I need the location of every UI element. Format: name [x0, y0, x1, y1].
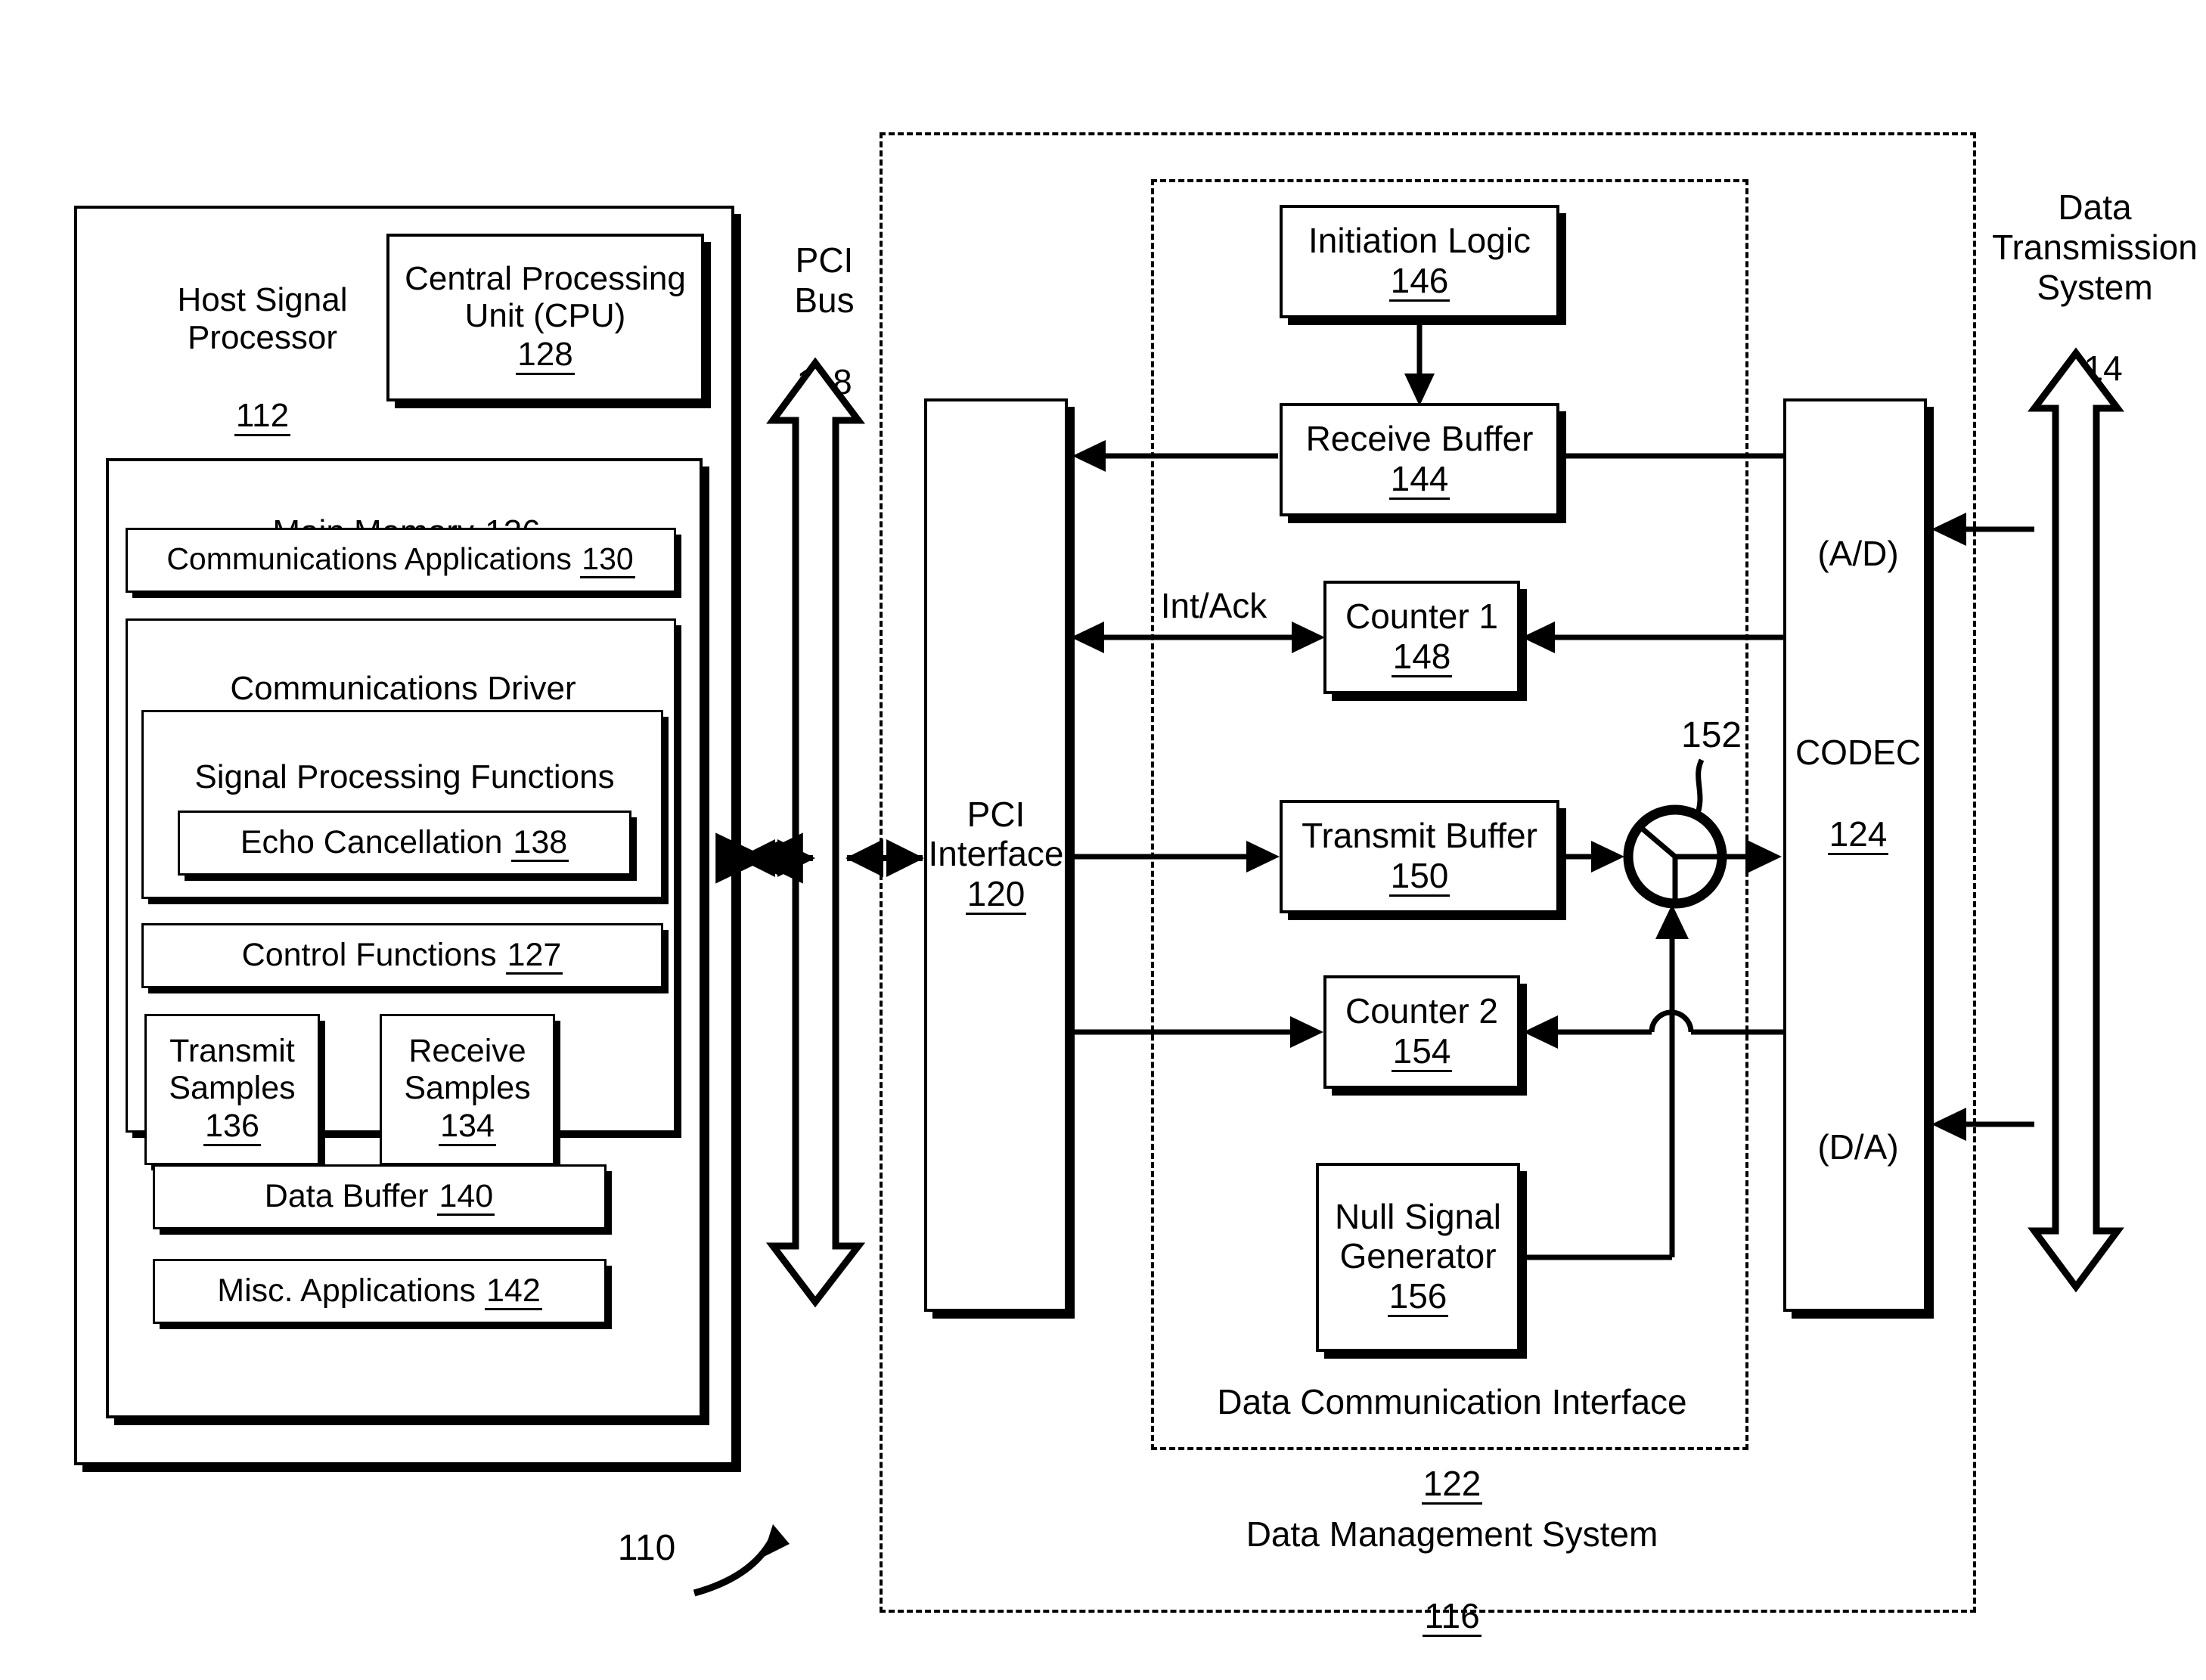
- codec-ad-label: (A/D): [1817, 534, 1899, 573]
- codec-name-label: CODEC 124: [1795, 732, 1922, 855]
- main-memory-block: Main Memory 126 Communications Applicati…: [106, 458, 703, 1418]
- figure-leader-arrow: [693, 1524, 790, 1597]
- receive-samples-block: Receive Samples 134: [380, 1014, 555, 1165]
- pci-interface-block: PCI Interface 120: [924, 398, 1068, 1312]
- control-functions-block: Control Functions 127: [141, 923, 663, 988]
- pci-bus-label: PCI Bus 118: [794, 240, 855, 401]
- data-management-system-label: Data Management System 116: [1246, 1514, 1658, 1637]
- pci-bus-block-arrow: [765, 357, 866, 1308]
- codec-da-label: (D/A): [1817, 1127, 1899, 1167]
- host-signal-processor-label: Host Signal Processor 112: [153, 243, 372, 475]
- initiation-logic-block: Initiation Logic 146: [1280, 205, 1559, 318]
- null-signal-generator-block: Null Signal Generator 156: [1316, 1163, 1520, 1352]
- data-transmission-system-label: Data Transmission System 114: [1992, 187, 2198, 389]
- int-ack-label: Int/Ack: [1160, 586, 1267, 625]
- transmit-buffer-block: Transmit Buffer 150: [1280, 800, 1559, 913]
- communications-applications-block: Communications Applications 130: [126, 528, 676, 593]
- data-buffer-block: Data Buffer 140: [153, 1164, 607, 1229]
- codec-block: (A/D) CODEC 124 (D/A): [1783, 398, 1927, 1312]
- communications-driver-block: Communications Driver 132 Signal Process…: [126, 618, 676, 1165]
- counter-2-block: Counter 2 154: [1323, 975, 1520, 1089]
- figure-reference-numeral: 110: [617, 1528, 676, 1568]
- echo-cancellation-block: Echo Cancellation 138: [178, 811, 631, 876]
- hsp-pci-arrow-pair: [737, 839, 815, 877]
- counter-1-block: Counter 1 148: [1323, 581, 1520, 694]
- signal-processing-functions-block: Signal Processing Functions 131 Echo Can…: [141, 710, 663, 899]
- hsp-pci-arrowhead-left: [743, 841, 779, 876]
- transmit-samples-block: Transmit Samples 136: [144, 1014, 320, 1165]
- data-transmission-system-block-arrow: [2027, 347, 2125, 1293]
- cpu-block: Central Processing Unit (CPU) 128: [386, 234, 704, 401]
- misc-applications-block: Misc. Applications 142: [153, 1259, 607, 1324]
- host-signal-processor-block: Host Signal Processor 112 Central Proces…: [74, 206, 734, 1465]
- patent-figure: Host Signal Processor 112 Central Proces…: [0, 0, 2206, 1680]
- receive-buffer-block: Receive Buffer 144: [1280, 403, 1559, 516]
